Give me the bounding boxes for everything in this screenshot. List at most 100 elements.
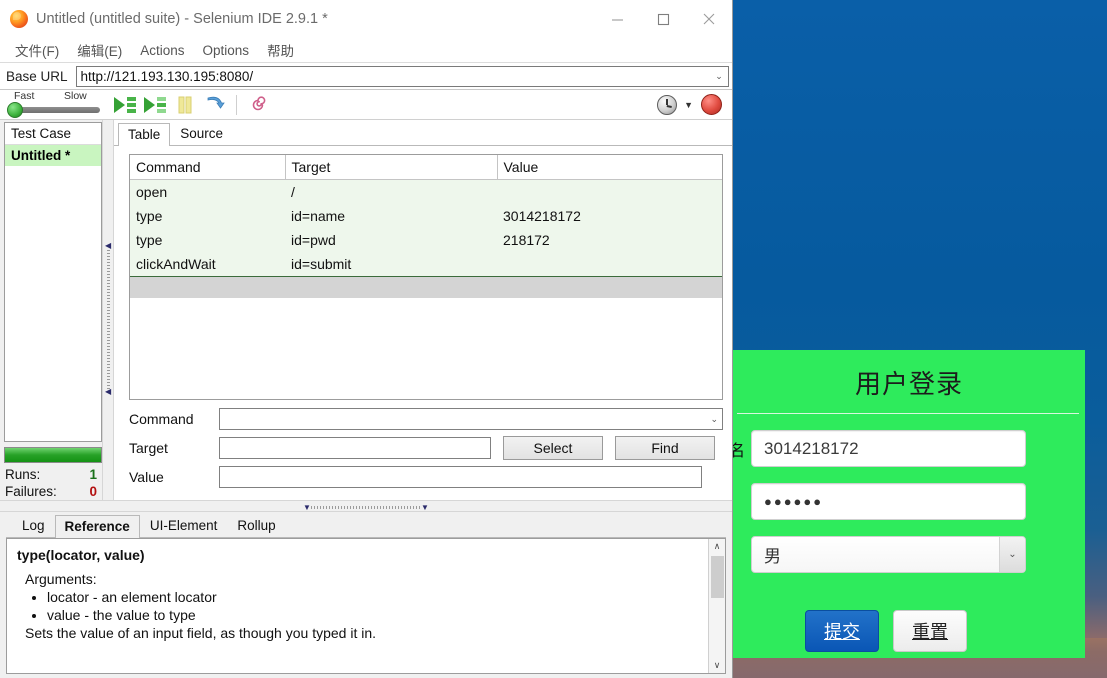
splitter-collapse-down-icon[interactable]: ▼ [421,503,429,512]
test-case-panel: Test Case Untitled * Runs: 1 Failures: 0 [0,120,102,500]
reference-arguments-label: Arguments: [25,571,97,587]
maximize-button[interactable] [640,0,686,38]
cell-command: type [130,228,285,252]
horizontal-splitter[interactable]: ▼ ▼ [0,500,732,512]
list-item: locator - an element locator [47,589,698,605]
tab-reference[interactable]: Reference [54,515,140,538]
minimize-button[interactable] [594,0,640,38]
horizontal-splitter-grip[interactable] [311,506,421,509]
password-input[interactable]: ●●●●●● [751,483,1026,520]
column-header-command: Command [130,155,286,180]
reference-signature: type(locator, value) [17,547,145,563]
cell-command: open [130,179,285,204]
record-button-icon[interactable] [701,94,722,115]
clock-icon[interactable] [657,94,678,115]
table-row[interactable]: type id=pwd 218172 [130,228,722,252]
play-current-test-case-icon[interactable] [140,92,170,118]
target-input[interactable] [219,437,491,459]
splitter-grip[interactable] [107,250,110,390]
pause-icon[interactable] [170,92,200,118]
list-item: value - the value to type [47,607,698,623]
reference-scrollbar[interactable]: ∧ ∨ [708,539,725,673]
window-titlebar: Untitled (untitled suite) - Selenium IDE… [0,0,732,38]
value-input[interactable] [219,466,702,488]
command-input[interactable]: ⌄ [219,408,723,430]
table-row[interactable]: type id=name 3014218172 [130,204,722,228]
reference-content: type(locator, value) Arguments: locator … [6,538,726,674]
test-case-list[interactable]: Test Case Untitled * [4,122,102,442]
scroll-up-icon[interactable]: ∧ [714,539,721,554]
chevron-down-icon[interactable]: ▼ [684,100,693,110]
chevron-down-icon[interactable]: ⌄ [710,414,718,425]
tab-source[interactable]: Source [170,122,233,145]
base-url-label: Base URL [6,68,68,84]
gender-row: 男 ⌄ [733,536,1085,573]
base-url-combobox[interactable]: http://121.193.130.195:8080/ ⌄ [75,65,729,87]
table-header-row: Command Target Value [130,155,722,180]
scroll-down-icon[interactable]: ∨ [714,658,721,673]
menu-help[interactable]: 帮助 [258,38,303,62]
toolbar-divider [236,94,237,115]
command-field-row: Command ⌄ [129,408,723,430]
cell-target: / [285,179,497,204]
select-button[interactable]: Select [503,436,603,460]
command-grid: Command Target Value open / type id=name… [130,155,722,276]
tab-log[interactable]: Log [12,514,55,537]
base-url-value: http://121.193.130.195:8080/ [80,68,254,84]
runs-value: 1 [89,467,97,482]
menu-file[interactable]: 文件(F) [6,38,68,62]
splitter-collapse-left-icon[interactable]: ◀ [105,241,111,250]
cell-target: id=name [285,204,497,228]
close-button[interactable] [686,0,732,38]
find-button[interactable]: Find [615,436,715,460]
chevron-down-icon[interactable]: ⌄ [710,71,728,82]
speed-fast-label: Fast [14,89,35,102]
menu-edit[interactable]: 编辑(E) [68,38,131,62]
tab-rollup[interactable]: Rollup [227,514,285,537]
command-editor-form: Command ⌄ Target Select Find Value [114,400,732,500]
bottom-panel: Log Reference UI-Element Rollup type(loc… [6,512,726,674]
toolbar: Fast Slow ▼ [0,90,732,120]
command-table[interactable]: Command Target Value open / type id=name… [129,154,723,400]
table-row[interactable]: open / [130,179,722,204]
cell-value: 3014218172 [497,204,722,228]
table-new-row-placeholder[interactable] [130,276,722,298]
chevron-down-icon[interactable]: ⌄ [999,537,1025,572]
rollup-spiral-icon[interactable] [243,92,273,118]
speed-slider-thumb[interactable] [7,101,23,118]
value-field-row: Value [129,466,723,488]
submit-button[interactable]: 提交 [805,610,879,652]
reference-arguments-list: locator - an element locator value - the… [47,589,698,623]
menu-options[interactable]: Options [194,41,259,60]
table-row[interactable]: clickAndWait id=submit [130,252,722,276]
bottom-panel-tabs: Log Reference UI-Element Rollup [6,512,726,538]
scrollbar-thumb[interactable] [710,556,724,598]
value-field-label: Value [129,469,164,485]
username-input[interactable]: 3014218172 [751,430,1026,467]
gender-select[interactable]: 男 ⌄ [751,536,1026,573]
tab-table[interactable]: Table [118,123,171,146]
vertical-splitter[interactable]: ◀ ◀ [102,120,114,500]
username-label: 名 [733,442,743,460]
splitter-collapse-up-icon[interactable]: ▼ [303,503,311,512]
test-case-list-header: Test Case [5,123,101,145]
reset-button[interactable]: 重置 [893,610,967,652]
login-form-page: 用户登录 名 3014218172 ●●●●●● 男 ⌄ 提交 重置 [733,350,1085,658]
tab-ui-element[interactable]: UI-Element [140,514,228,537]
test-case-item-untitled[interactable]: Untitled * [5,145,101,166]
menu-actions[interactable]: Actions [131,41,193,60]
speed-slider[interactable]: Fast Slow [0,90,110,120]
window-title: Untitled (untitled suite) - Selenium IDE… [36,11,328,27]
command-field-label: Command [129,411,194,427]
menubar: 文件(F) 编辑(E) Actions Options 帮助 [0,38,732,63]
column-header-value: Value [497,155,722,180]
login-buttons-row: 提交 重置 [733,610,1085,652]
cell-command: clickAndWait [130,252,285,276]
runs-stat-row: Runs: 1 [4,466,102,483]
splitter-collapse-right-icon[interactable]: ◀ [105,387,111,396]
step-icon[interactable] [200,92,230,118]
play-entire-suite-icon[interactable] [110,92,140,118]
cell-target: id=submit [285,252,497,276]
main-split-area: Test Case Untitled * Runs: 1 Failures: 0… [0,120,732,500]
gender-select-value: 男 [764,547,781,566]
